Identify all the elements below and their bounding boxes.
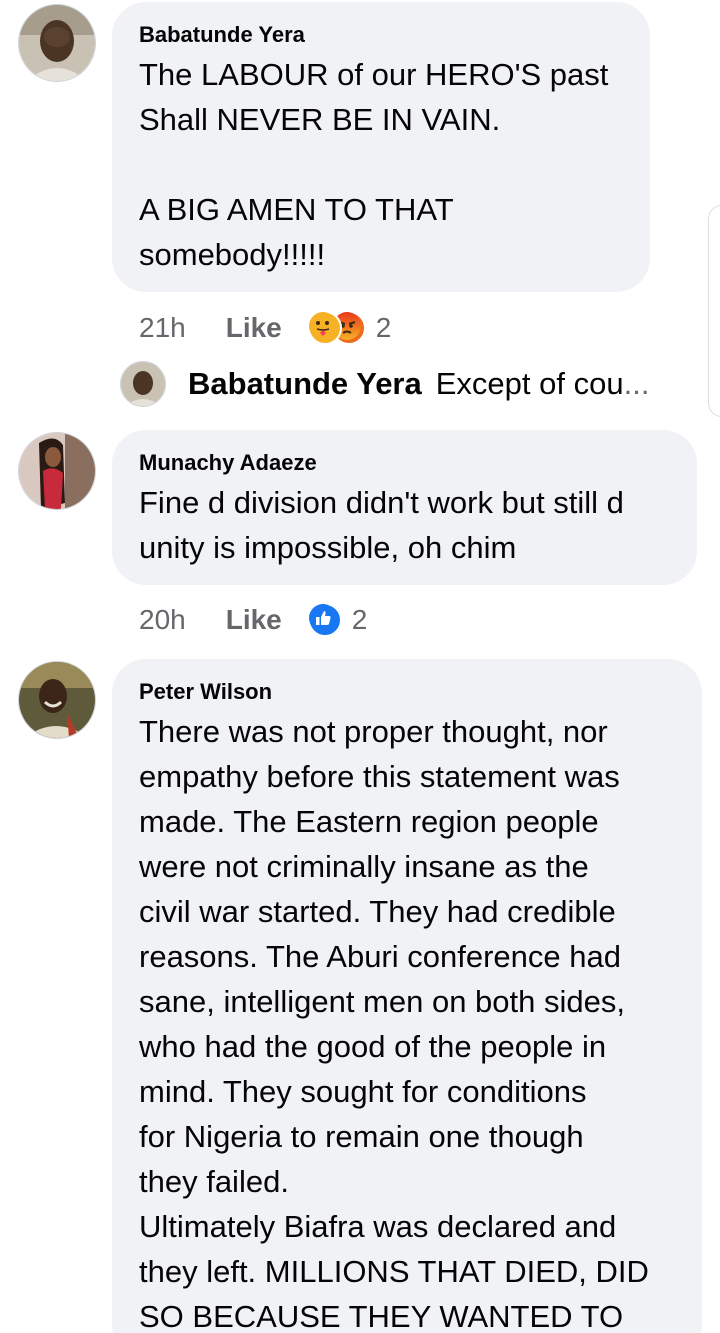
comment-author[interactable]: Babatunde Yera: [139, 22, 305, 48]
side-panel-edge: [708, 205, 720, 417]
comment-timestamp[interactable]: 20h: [139, 604, 186, 636]
reply-ellipsis: ...: [623, 366, 650, 401]
comment-text: The LABOUR of our HERO'S past Shall NEVE…: [139, 57, 609, 272]
reaction-count[interactable]: 2: [352, 604, 368, 636]
like-button[interactable]: Like: [226, 312, 282, 344]
reply-text: Except of cou: [435, 366, 624, 401]
like-button[interactable]: Like: [226, 604, 282, 636]
reply-preview[interactable]: Babatunde Yera Except of cou ...: [120, 360, 649, 408]
avatar[interactable]: [18, 661, 96, 739]
comment-text: Fine d division didn't work but still d …: [139, 485, 624, 565]
comment-text: There was not proper thought, nor empath…: [139, 714, 649, 1333]
avatar[interactable]: [18, 4, 96, 82]
comment-meta: 21h Like 2: [139, 306, 391, 350]
like-icon: [307, 603, 342, 637]
comment-author[interactable]: Munachy Adaeze: [139, 450, 317, 476]
avatar[interactable]: [18, 432, 96, 510]
avatar[interactable]: [120, 361, 166, 407]
love-care-icon: [307, 311, 342, 345]
comment-meta: 20h Like 2: [139, 598, 367, 642]
comment-author[interactable]: Peter Wilson: [139, 679, 272, 705]
reactions[interactable]: [307, 603, 342, 637]
reactions[interactable]: [307, 311, 366, 345]
comment-timestamp[interactable]: 21h: [139, 312, 186, 344]
reaction-count[interactable]: 2: [376, 312, 392, 344]
reply-author[interactable]: Babatunde Yera: [188, 366, 422, 402]
